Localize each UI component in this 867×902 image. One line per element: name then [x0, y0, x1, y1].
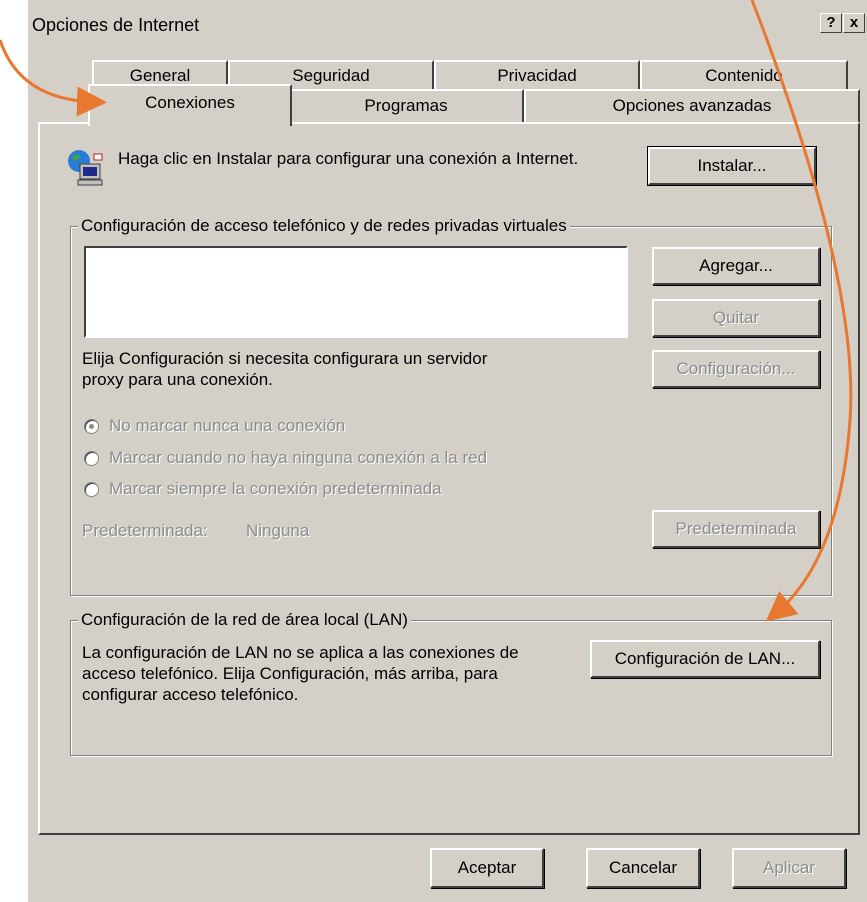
lan-settings-button[interactable]: Configuración de LAN...	[590, 640, 820, 678]
internet-options-dialog: Opciones de Internet ? x General Segurid…	[26, 0, 867, 902]
radio-always-dial-default-label: Marcar siempre la conexión predeterminad…	[109, 479, 442, 498]
title-bar[interactable]: Opciones de Internet ? x	[28, 10, 867, 40]
tab-privacidad[interactable]: Privacidad	[434, 60, 640, 90]
dialup-vpn-legend: Configuración de acceso telefónico y de …	[78, 216, 570, 236]
radio-dial-when-no-network[interactable]: Marcar cuando no haya ninguna conexión a…	[84, 448, 487, 468]
close-button[interactable]: x	[843, 13, 865, 33]
tab-opciones-avanzadas[interactable]: Opciones avanzadas	[524, 89, 860, 123]
add-button[interactable]: Agregar...	[652, 247, 820, 285]
default-connection-label: Predeterminada:	[82, 521, 208, 540]
network-computer-icon	[68, 150, 103, 186]
cancel-button[interactable]: Cancelar	[586, 848, 700, 888]
lan-settings-legend: Configuración de la red de área local (L…	[78, 610, 411, 630]
radio-dial-when-no-network-label: Marcar cuando no haya ninguna conexión a…	[109, 448, 488, 467]
radio-unchecked-icon	[84, 450, 99, 466]
set-default-button[interactable]: Predeterminada	[652, 510, 820, 548]
apply-button[interactable]: Aplicar	[732, 848, 846, 888]
setup-instructions: Haga clic en Instalar para configurar un…	[118, 149, 579, 168]
remove-button[interactable]: Quitar	[652, 299, 820, 337]
tab-panel-conexiones: Haga clic en Instalar para configurar un…	[38, 122, 860, 835]
tab-contenido[interactable]: Contenido	[640, 60, 848, 90]
radio-unchecked-icon	[84, 481, 99, 497]
proxy-instructions: Elija Configuración si necesita configur…	[82, 349, 488, 389]
ok-button[interactable]: Aceptar	[430, 848, 544, 888]
tab-conexiones[interactable]: Conexiones	[88, 84, 292, 126]
connections-listbox[interactable]	[84, 246, 628, 338]
radio-never-dial-label: No marcar nunca una conexión	[109, 416, 346, 435]
radio-checked-icon	[84, 418, 99, 434]
window-title: Opciones de Internet	[32, 15, 200, 35]
install-button[interactable]: Instalar...	[647, 146, 817, 186]
radio-always-dial-default[interactable]: Marcar siempre la conexión predeterminad…	[84, 479, 442, 499]
settings-button[interactable]: Configuración...	[652, 350, 820, 388]
tab-programas[interactable]: Programas	[288, 89, 524, 123]
radio-never-dial[interactable]: No marcar nunca una conexión	[84, 416, 345, 436]
default-connection-value: Ninguna	[246, 521, 310, 540]
lan-instructions: La configuración de LAN no se aplica a l…	[82, 643, 519, 704]
help-button[interactable]: ?	[820, 13, 842, 33]
